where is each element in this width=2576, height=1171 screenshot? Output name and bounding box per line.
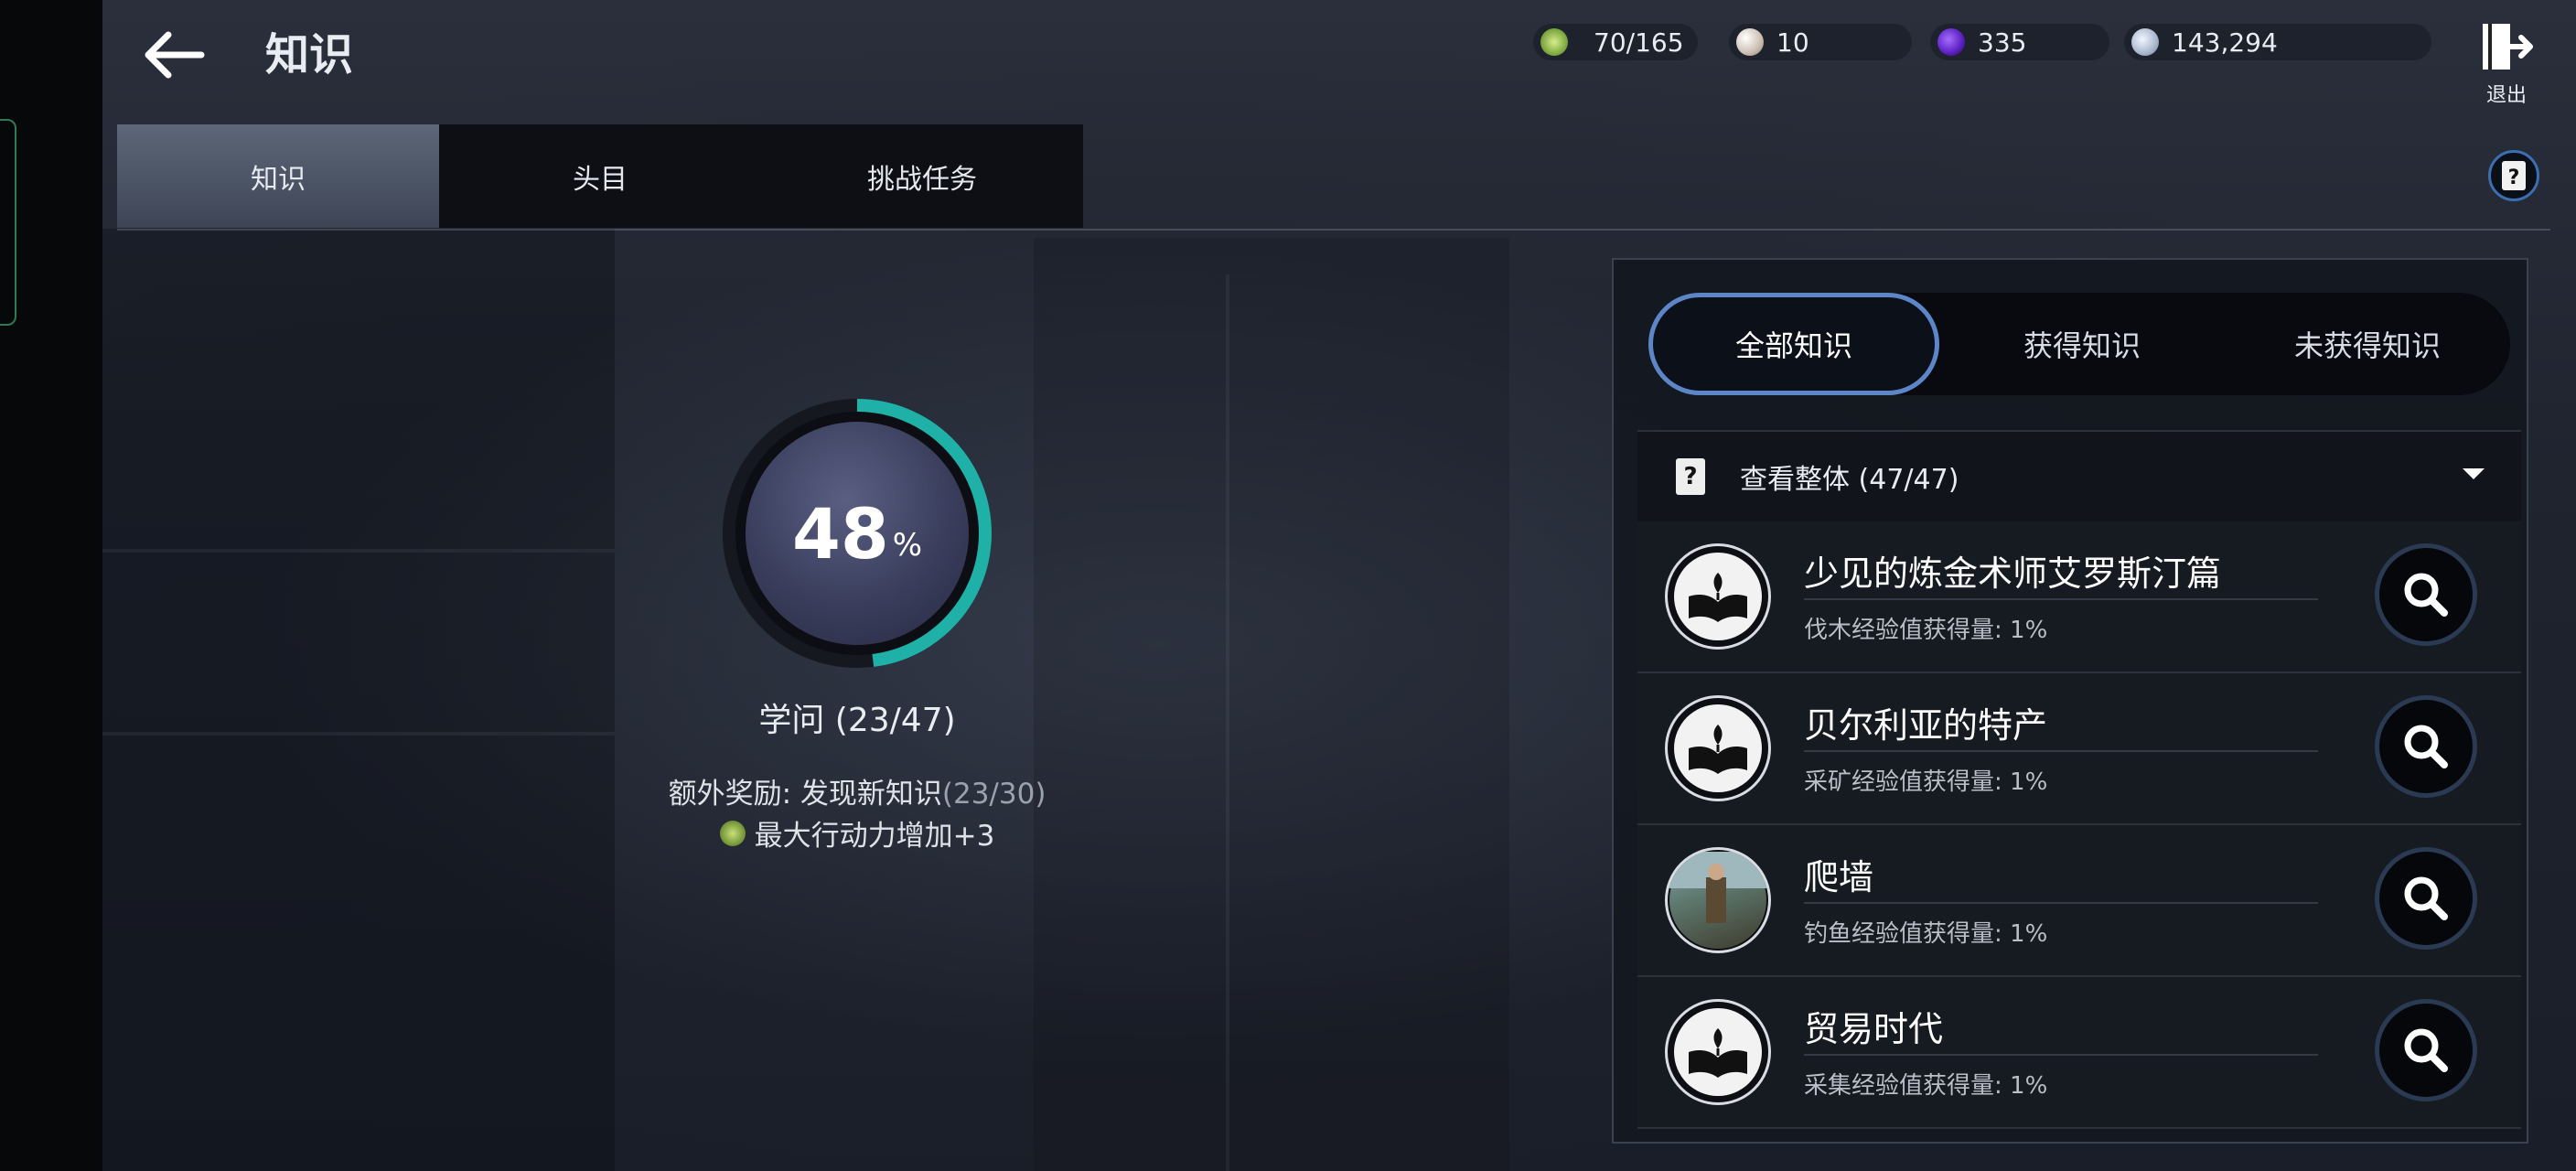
- knowledge-progress-ring: 48 %: [714, 390, 1001, 677]
- resource-silver: 143,294: [2124, 24, 2431, 60]
- energy-icon: [1540, 28, 1568, 56]
- knowledge-list: 少见的炼金术师艾罗斯汀篇 伐木经验值获得量: 1% 贝尔利亚的特产 采矿经验值获…: [1637, 521, 2521, 1129]
- resource-value: 143,294: [2172, 27, 2278, 58]
- resource-energy: 70/165: [1533, 24, 1698, 60]
- resource-orb: 335: [1930, 24, 2109, 60]
- magnifier-icon: [2404, 573, 2448, 617]
- item-effect: 钓鱼经验值获得量: 1%: [1804, 920, 2048, 948]
- game-scene-background: 知识 70/165 10 335 143,294 退出 知识 头目 挑战任务 ?: [0, 0, 2576, 1171]
- question-book-icon: ?: [1676, 458, 1705, 495]
- item-effect: 伐木经验值获得量: 1%: [1804, 617, 2048, 644]
- energy-icon: [719, 820, 746, 846]
- item-title: 贝尔利亚的特产: [1804, 705, 2048, 746]
- side-handle: [0, 119, 16, 326]
- category-dropdown[interactable]: ? 查看整体 (47/47): [1637, 430, 2521, 523]
- item-divider: [1804, 1054, 2318, 1056]
- tab-knowledge[interactable]: 知识: [117, 124, 439, 228]
- bonus-reward-text: 最大行动力增加+3: [754, 820, 995, 853]
- bg-pillar: [1226, 274, 1229, 1171]
- help-button[interactable]: ?: [2488, 150, 2539, 201]
- list-item[interactable]: 贝尔利亚的特产 采矿经验值获得量: 1%: [1637, 673, 2521, 825]
- bg-ledge: [102, 732, 615, 736]
- bonus-reward-detail: 最大行动力增加+3: [567, 812, 1147, 854]
- filter-acquired[interactable]: 获得知识: [1939, 293, 2225, 395]
- resource-value: 335: [1978, 27, 2027, 58]
- magnifier-icon: [2404, 876, 2448, 920]
- tab-boss[interactable]: 头目: [439, 124, 761, 228]
- main-tabs: 知识 头目 挑战任务: [117, 124, 1083, 228]
- bonus-label: 额外奖励: 发现新知识: [668, 778, 942, 811]
- bg-building: [102, 229, 615, 1171]
- book-feather-icon: [1665, 543, 1771, 650]
- view-detail-button[interactable]: [2375, 847, 2477, 950]
- climbing-photo-icon: [1665, 847, 1771, 953]
- item-effect: 采集经验值获得量: 1%: [1804, 1072, 2048, 1100]
- back-button[interactable]: [137, 26, 210, 84]
- percent-value: 48: [791, 492, 889, 575]
- item-title: 少见的炼金术师艾罗斯汀篇: [1804, 553, 2222, 594]
- tab-challenge[interactable]: 挑战任务: [761, 124, 1083, 228]
- filter-all[interactable]: 全部知识: [1648, 293, 1939, 395]
- filter-not-acquired[interactable]: 未获得知识: [2225, 293, 2510, 395]
- arrow-left-icon: [145, 31, 205, 79]
- list-item[interactable]: 少见的炼金术师艾罗斯汀篇 伐木经验值获得量: 1%: [1637, 521, 2521, 673]
- resource-pearl: 10: [1729, 24, 1912, 60]
- item-divider: [1804, 750, 2318, 752]
- silver-coin-icon: [2131, 28, 2159, 56]
- book-feather-icon: [1665, 999, 1771, 1105]
- list-item[interactable]: 爬墙 钓鱼经验值获得量: 1%: [1637, 825, 2521, 977]
- view-detail-button[interactable]: [2375, 695, 2477, 798]
- view-detail-button[interactable]: [2375, 543, 2477, 646]
- caret-down-icon: [2463, 468, 2485, 479]
- book-feather-icon: [1665, 695, 1771, 801]
- exit-button[interactable]: 退出: [2477, 20, 2536, 107]
- magnifier-icon: [2404, 725, 2448, 768]
- exit-label: 退出: [2485, 84, 2527, 107]
- item-title: 贸易时代: [1804, 1009, 1944, 1049]
- progress-percent: 48 %: [714, 390, 1001, 677]
- exit-door-icon: [2483, 24, 2533, 70]
- item-title: 爬墙: [1804, 857, 1874, 897]
- bonus-count: (23/30): [941, 778, 1046, 811]
- percent-sign: %: [892, 527, 923, 564]
- knowledge-filter: 全部知识 获得知识 未获得知识: [1648, 293, 2510, 395]
- page-title: 知识: [265, 29, 354, 81]
- dropdown-label: 查看整体 (47/47): [1740, 464, 1959, 496]
- item-effect: 采矿经验值获得量: 1%: [1804, 768, 2048, 796]
- item-divider: [1804, 902, 2318, 904]
- bg-tower: [1034, 238, 1509, 1171]
- item-divider: [1804, 598, 2318, 600]
- magnifier-icon: [2404, 1028, 2448, 1072]
- tab-divider: [117, 229, 2550, 231]
- purple-orb-icon: [1937, 28, 1965, 56]
- bg-ledge: [102, 549, 615, 553]
- help-book-icon: ?: [2502, 161, 2526, 190]
- bonus-reward-line: 额外奖励: 发现新知识(23/30): [567, 770, 1147, 811]
- resource-value: 70/165: [1594, 27, 1684, 58]
- svg-text:?: ?: [2508, 167, 2520, 189]
- pearl-icon: [1736, 28, 1764, 56]
- knowledge-count-label: 学问 (23/47): [758, 702, 956, 739]
- list-item[interactable]: 贸易时代 采集经验值获得量: 1%: [1637, 977, 2521, 1129]
- view-detail-button[interactable]: [2375, 999, 2477, 1101]
- resource-value: 10: [1776, 27, 1809, 58]
